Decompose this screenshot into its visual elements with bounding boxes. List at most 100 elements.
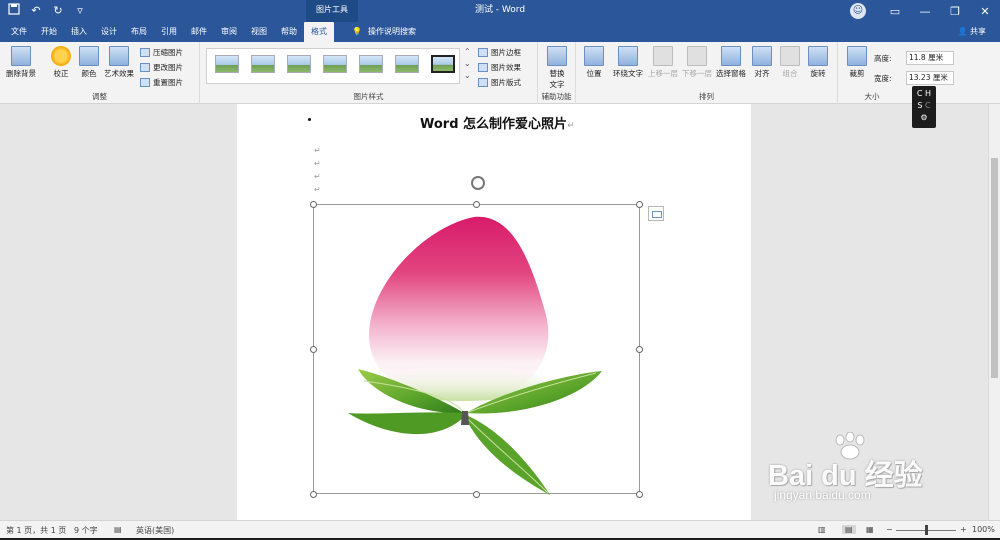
tab-review[interactable]: 审阅: [214, 22, 244, 42]
picture-style-thumb[interactable]: [431, 55, 455, 73]
group-objects-button[interactable]: 组合: [778, 46, 802, 79]
zoom-in-button[interactable]: +: [960, 525, 967, 534]
send-backward-icon: [687, 46, 707, 66]
height-field[interactable]: 11.8 厘米: [906, 51, 954, 65]
tab-layout[interactable]: 布局: [124, 22, 154, 42]
picture-effects-button[interactable]: 图片效果: [478, 62, 521, 73]
zoom-level[interactable]: 100%: [972, 525, 995, 534]
crop-button[interactable]: 裁剪: [846, 46, 868, 79]
width-label: 宽度:: [874, 74, 892, 83]
artistic-effects-label: 艺术效果: [104, 69, 134, 78]
width-field[interactable]: 13.23 厘米: [906, 71, 954, 85]
print-layout-icon[interactable]: ▤: [842, 525, 856, 534]
change-picture-label: 更改图片: [153, 63, 183, 72]
resize-handle[interactable]: [310, 201, 317, 208]
bring-forward-button[interactable]: 上移一层: [646, 46, 680, 79]
gallery-up-icon[interactable]: ⌃: [464, 46, 474, 58]
resize-handle[interactable]: [636, 491, 643, 498]
paragraph-mark: ↵: [314, 146, 321, 155]
position-label: 位置: [586, 69, 602, 78]
resize-handle[interactable]: [310, 346, 317, 353]
picture-layout-button[interactable]: 图片版式: [478, 77, 521, 88]
wrap-text-button[interactable]: 环绕文字: [610, 46, 646, 79]
picture-style-thumb[interactable]: [395, 55, 419, 73]
resize-handle[interactable]: [636, 346, 643, 353]
selection-pane-button[interactable]: 选择窗格: [714, 46, 748, 79]
baidu-watermark: Bai du 经验 jingyan.baidu.com: [768, 432, 968, 502]
rotate-handle-icon[interactable]: [471, 176, 485, 190]
selection-pane-icon: [721, 46, 741, 66]
picture-layout-icon: [478, 78, 488, 87]
align-icon: [752, 46, 772, 66]
picture-style-thumb[interactable]: [323, 55, 347, 73]
minimize-button[interactable]: —: [910, 5, 940, 18]
tab-mailings[interactable]: 邮件: [184, 22, 214, 42]
color-button[interactable]: 颜色: [76, 46, 102, 79]
user-avatar-icon[interactable]: ☺: [850, 3, 866, 19]
vertical-scrollbar[interactable]: [988, 104, 1000, 520]
customize-qat-icon[interactable]: ▿: [72, 3, 88, 19]
reset-picture-icon: [140, 78, 150, 87]
artistic-effects-button[interactable]: 艺术效果: [102, 46, 136, 79]
share-button[interactable]: 👤 共享: [957, 22, 986, 42]
restore-button[interactable]: ❐: [940, 5, 970, 18]
save-icon[interactable]: [6, 3, 22, 19]
layout-options-icon[interactable]: [648, 206, 664, 221]
crop-icon: [847, 46, 867, 66]
tell-me-search[interactable]: 💡 操作说明搜索: [352, 22, 416, 42]
word-count[interactable]: 9 个字: [74, 525, 98, 536]
picture-border-button[interactable]: 图片边框: [478, 47, 521, 58]
picture-style-thumb[interactable]: [287, 55, 311, 73]
proofing-icon[interactable]: ▤: [114, 525, 122, 534]
picture-styles-gallery[interactable]: [206, 48, 460, 84]
gallery-more-icon[interactable]: ⌄: [464, 70, 474, 82]
tab-file[interactable]: 文件: [4, 22, 34, 42]
language-indicator[interactable]: 英语(美国): [136, 525, 174, 536]
corrections-button[interactable]: 校正: [48, 46, 74, 79]
selected-picture[interactable]: [310, 201, 643, 498]
tab-home[interactable]: 开始: [34, 22, 64, 42]
scrollbar-thumb[interactable]: [991, 158, 998, 378]
resize-handle[interactable]: [636, 201, 643, 208]
resize-handle[interactable]: [473, 491, 480, 498]
document-title: 测试 - Word: [474, 5, 526, 15]
remove-background-button[interactable]: 删除背景: [4, 46, 38, 79]
rotate-button[interactable]: 旋转: [806, 46, 830, 79]
reset-picture-button[interactable]: 重置图片: [140, 77, 183, 88]
picture-style-thumb[interactable]: [359, 55, 383, 73]
ribbon-display-options-icon[interactable]: ▭: [880, 5, 910, 18]
read-mode-icon[interactable]: ▥: [818, 525, 826, 534]
position-button[interactable]: 位置: [582, 46, 606, 79]
redo-icon[interactable]: ↻: [50, 3, 66, 19]
resize-handle[interactable]: [310, 491, 317, 498]
ime-indicator[interactable]: C H S C ⚙: [912, 86, 936, 128]
tab-format[interactable]: 格式: [304, 22, 334, 42]
group-label-accessibility: 辅助功能: [541, 92, 572, 101]
web-layout-icon[interactable]: ▦: [866, 525, 874, 534]
gallery-down-icon[interactable]: ⌄: [464, 58, 474, 70]
align-button[interactable]: 对齐: [750, 46, 774, 79]
resize-handle[interactable]: [473, 201, 480, 208]
tab-insert[interactable]: 插入: [64, 22, 94, 42]
tab-view[interactable]: 视图: [244, 22, 274, 42]
group-label-picture-styles: 图片样式: [353, 92, 384, 101]
tab-design[interactable]: 设计: [94, 22, 124, 42]
title-bar: ↶ ↻ ▿ 图片工具 测试 - Word ☺ ▭ — ❐ ✕: [0, 0, 1000, 22]
zoom-slider-thumb[interactable]: [925, 525, 928, 535]
picture-style-thumb[interactable]: [215, 55, 239, 73]
close-button[interactable]: ✕: [970, 5, 1000, 18]
send-backward-button[interactable]: 下移一层: [680, 46, 714, 79]
tab-help[interactable]: 帮助: [274, 22, 304, 42]
zoom-out-button[interactable]: −: [886, 525, 893, 534]
ime-line-2b: C: [925, 101, 931, 110]
document-heading[interactable]: Word 怎么制作爱心照片↵: [420, 113, 575, 132]
compress-pictures-button[interactable]: 压缩图片: [140, 47, 183, 58]
person-icon: 👤: [957, 27, 968, 36]
picture-style-thumb[interactable]: [251, 55, 275, 73]
alt-text-button[interactable]: 替换 文字: [544, 46, 570, 90]
page-count[interactable]: 第 1 页，共 1 页: [6, 525, 66, 536]
change-picture-button[interactable]: 更改图片: [140, 62, 183, 73]
undo-icon[interactable]: ↶: [28, 3, 44, 19]
tab-references[interactable]: 引用: [154, 22, 184, 42]
gallery-scroll[interactable]: ⌃ ⌄ ⌄: [464, 46, 474, 82]
